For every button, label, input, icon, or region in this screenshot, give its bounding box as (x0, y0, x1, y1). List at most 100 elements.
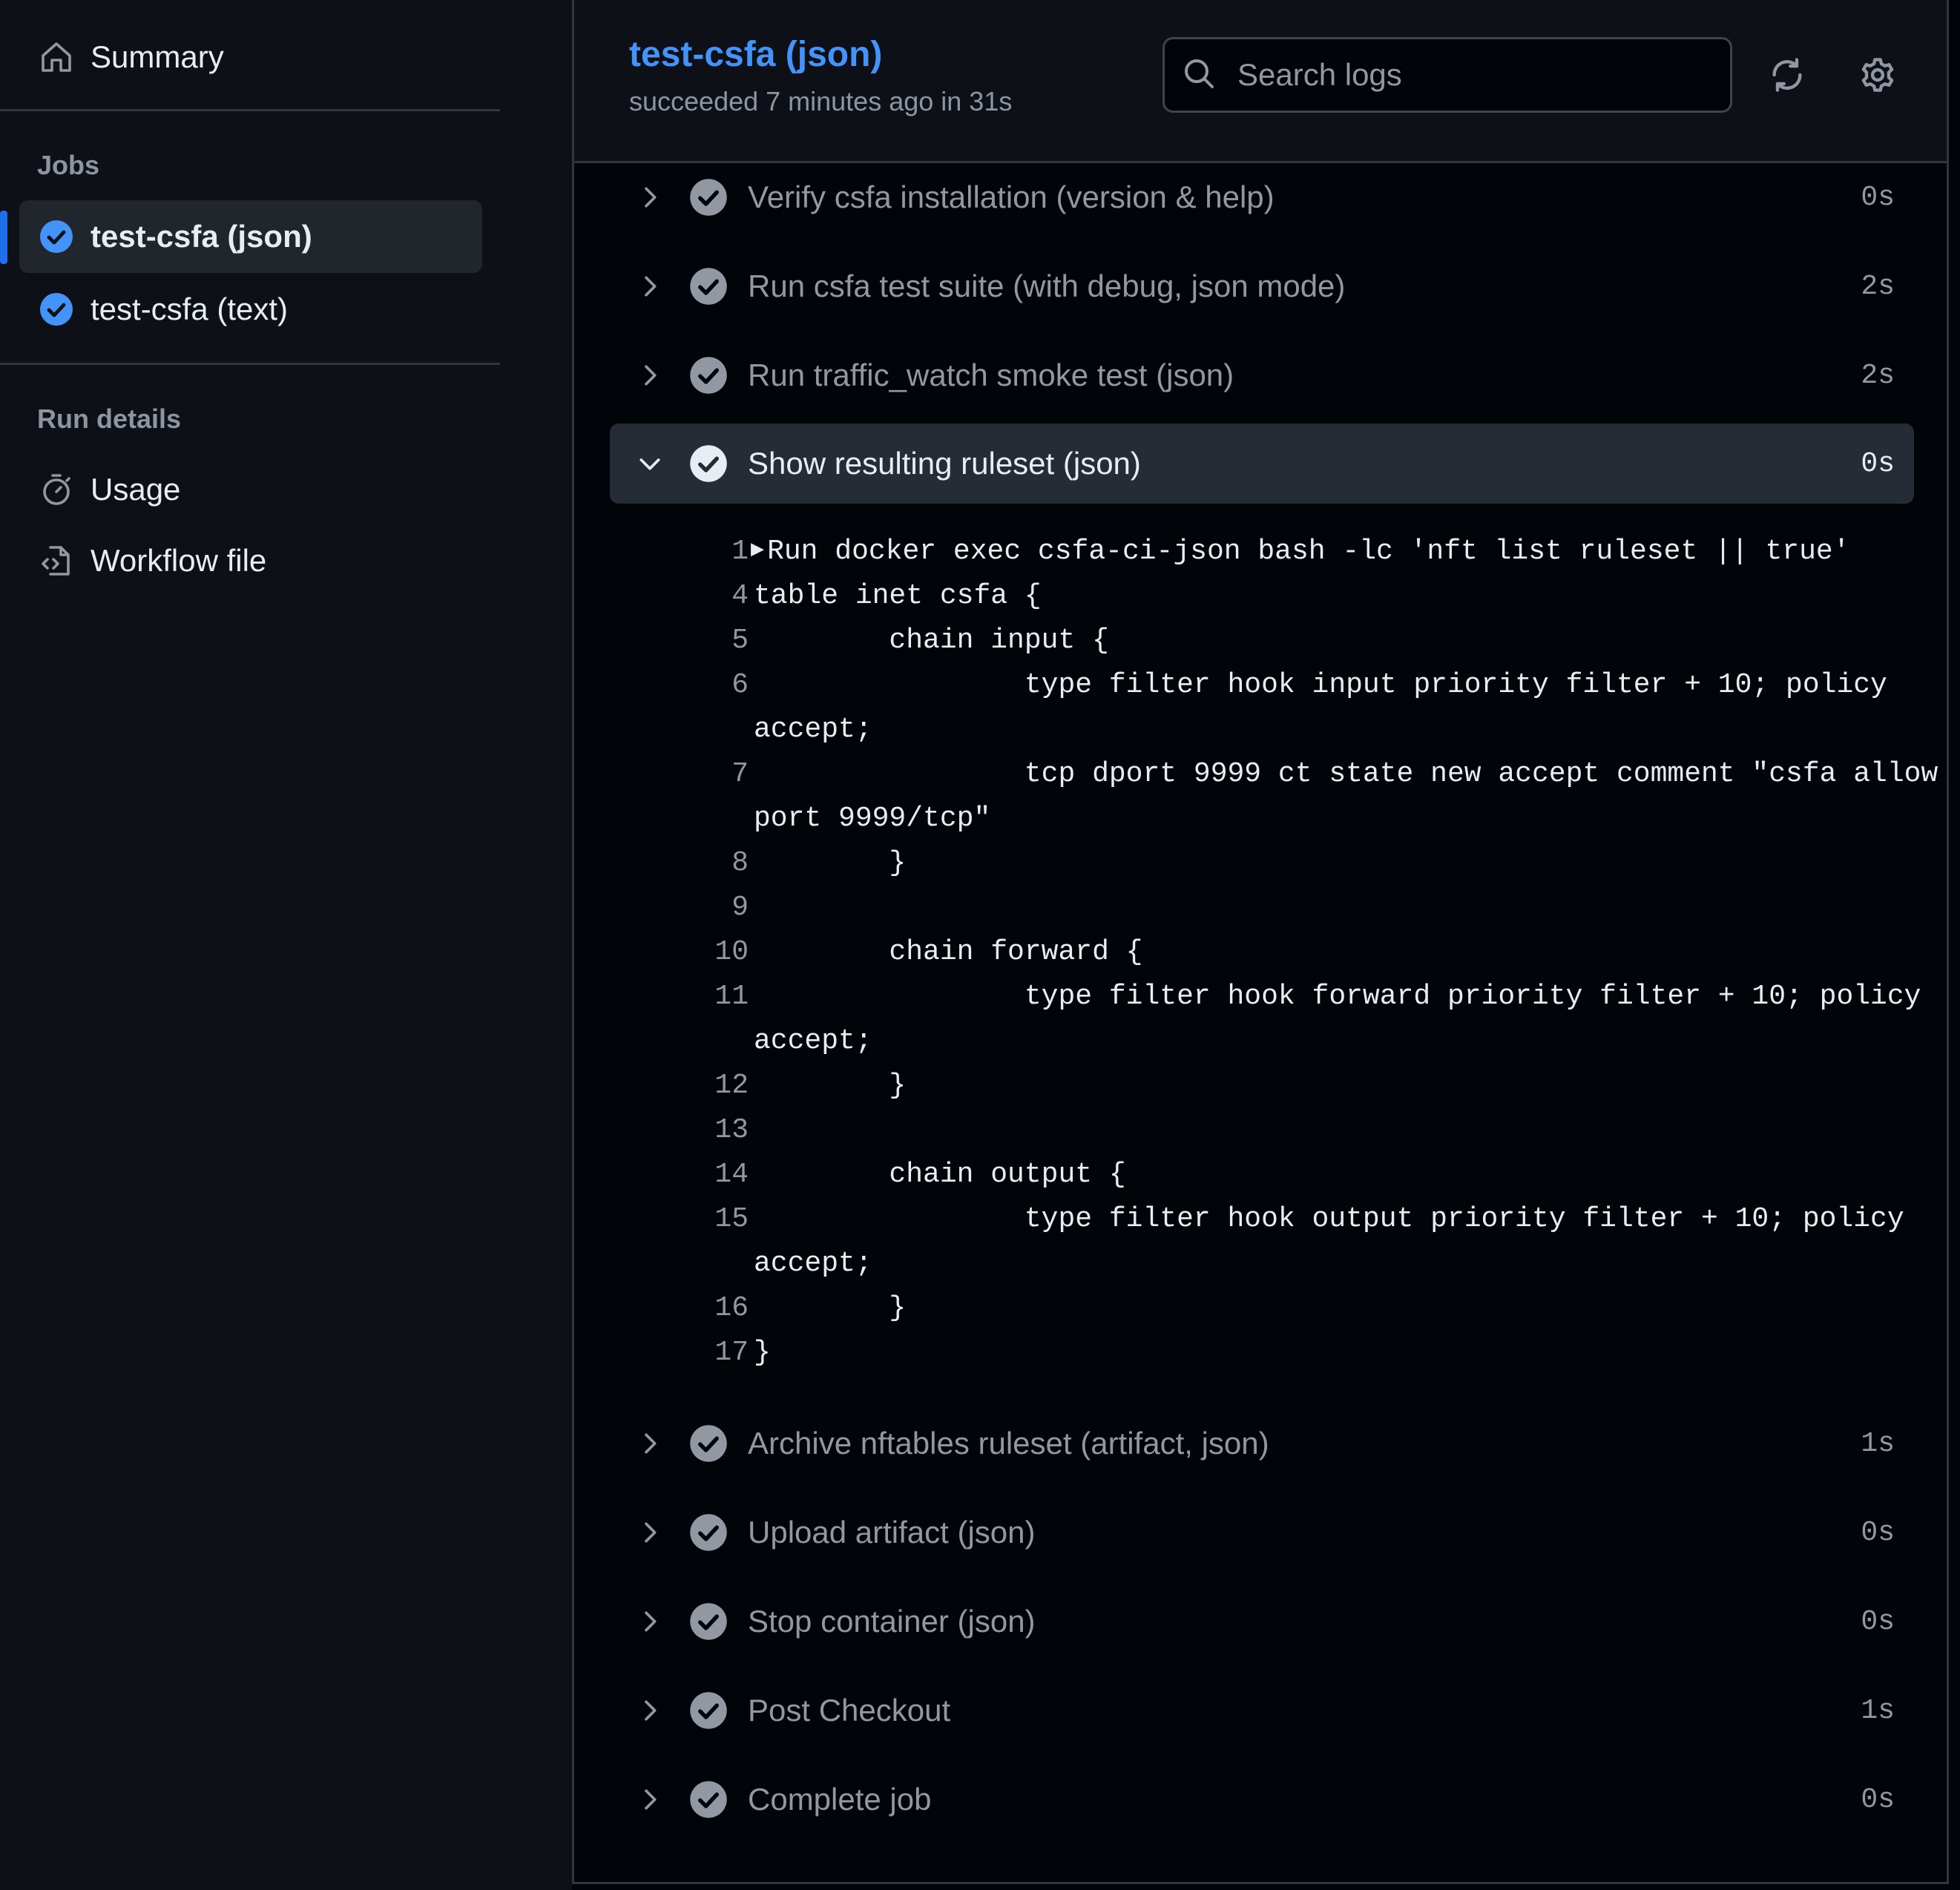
log-text: chain forward { (754, 936, 1143, 968)
step-duration: 1s (1861, 1427, 1895, 1460)
summary-link[interactable]: Summary (19, 21, 482, 93)
line-number[interactable]: 9 (678, 892, 749, 923)
log-text: ▶ Run docker exec csfa-ci-json bash -lc '… (751, 536, 1850, 567)
chevron-right-icon (628, 264, 672, 309)
log-text-wrap: accept; (754, 714, 872, 745)
job-item-test-csfa-text[interactable]: test-csfa (text) (19, 273, 482, 346)
log-text-content: Run docker exec csfa-ci-json bash -lc 'n… (767, 536, 1850, 567)
log-text-wrap: port 9999/tcp" (754, 803, 991, 834)
workflow-file-label: Workflow file (91, 543, 267, 578)
workflow-file-link[interactable]: Workflow file (19, 524, 482, 597)
refresh-button[interactable] (1761, 49, 1813, 101)
job-status-text: succeeded 7 minutes ago in 31s (629, 86, 1013, 116)
chevron-right-icon (628, 1510, 672, 1555)
step-stop-container[interactable]: Stop container (json) 0s (610, 1581, 1914, 1662)
step-duration: 1s (1861, 1694, 1895, 1727)
step-duration: 2s (1861, 270, 1895, 303)
search-icon (1181, 56, 1220, 94)
chevron-right-icon (628, 353, 672, 398)
step-archive-nftables-ruleset[interactable]: Archive nftables ruleset (artifact, json… (610, 1403, 1914, 1484)
step-name: Complete job (748, 1782, 932, 1817)
success-check-icon (690, 1781, 727, 1818)
job-title[interactable]: test-csfa (json) (629, 34, 882, 75)
log-text: chain input { (754, 625, 1109, 656)
line-number[interactable]: 7 (678, 758, 749, 790)
sidebar: Summary Jobs test-csfa (json) test-csfa … (0, 0, 572, 1890)
log-text: tcp dport 9999 ct state new accept comme… (754, 758, 1938, 790)
summary-label: Summary (91, 39, 224, 74)
success-check-icon (37, 217, 76, 256)
log-text: type filter hook input priority filter +… (754, 669, 1887, 701)
step-duration: 0s (1861, 447, 1895, 480)
jobs-heading: Jobs (37, 150, 100, 180)
line-number[interactable]: 15 (678, 1203, 749, 1235)
refresh-icon (1772, 58, 1802, 92)
file-code-icon (37, 541, 76, 580)
success-check-icon (690, 268, 727, 305)
step-duration: 0s (1861, 181, 1895, 214)
active-indicator (0, 211, 7, 264)
success-check-icon (690, 1514, 727, 1551)
log-text: chain output { (754, 1159, 1126, 1191)
divider (0, 363, 500, 365)
job-header: test-csfa (json) succeeded 7 minutes ago… (574, 0, 1947, 163)
usage-label: Usage (91, 472, 181, 507)
step-upload-artifact[interactable]: Upload artifact (json) 0s (610, 1492, 1914, 1573)
success-check-icon (690, 357, 727, 394)
chevron-right-icon (628, 175, 672, 220)
job-label: test-csfa (json) (91, 219, 312, 254)
step-post-checkout[interactable]: Post Checkout 1s (610, 1670, 1914, 1751)
line-number[interactable]: 14 (678, 1159, 749, 1191)
step-name: Stop container (json) (748, 1604, 1036, 1639)
step-run-traffic-watch[interactable]: Run traffic_watch smoke test (json) 2s (610, 335, 1914, 415)
step-name: Archive nftables ruleset (artifact, json… (748, 1426, 1269, 1461)
expand-triangle-icon[interactable]: ▶ (751, 536, 764, 563)
log-text: table inet csfa { (754, 580, 1042, 612)
chevron-down-icon (628, 441, 672, 486)
settings-button[interactable] (1852, 49, 1904, 101)
line-number[interactable]: 6 (678, 669, 749, 701)
step-name: Post Checkout (748, 1693, 951, 1728)
step-duration: 0s (1861, 1783, 1895, 1816)
step-run-csfa-test-suite[interactable]: Run csfa test suite (with debug, json mo… (610, 246, 1914, 326)
step-show-resulting-ruleset[interactable]: Show resulting ruleset (json) 0s (610, 424, 1914, 504)
line-number[interactable]: 4 (678, 580, 749, 612)
step-duration: 2s (1861, 359, 1895, 392)
chevron-right-icon (628, 1777, 672, 1822)
line-number[interactable]: 16 (678, 1292, 749, 1324)
log-text: type filter hook forward priority filter… (754, 981, 1921, 1012)
chevron-right-icon (628, 1421, 672, 1466)
log-text: } (754, 847, 907, 879)
search-logs-box[interactable] (1162, 37, 1732, 113)
step-name: Run csfa test suite (with debug, json mo… (748, 269, 1346, 303)
gear-icon (1861, 58, 1894, 92)
log-text-wrap: accept; (754, 1025, 872, 1057)
log-text: } (754, 1070, 907, 1102)
divider (0, 109, 500, 111)
step-name: Verify csfa installation (version & help… (748, 180, 1275, 214)
step-duration: 0s (1861, 1605, 1895, 1638)
line-number[interactable]: 10 (678, 936, 749, 968)
line-number[interactable]: 17 (678, 1337, 749, 1369)
line-number[interactable]: 13 (678, 1114, 749, 1146)
success-check-icon (690, 1692, 727, 1729)
stopwatch-icon (37, 470, 76, 509)
success-check-icon (690, 1425, 727, 1462)
line-number[interactable]: 11 (678, 981, 749, 1012)
chevron-right-icon (628, 1688, 672, 1733)
run-details-heading: Run details (37, 404, 182, 434)
step-name: Run traffic_watch smoke test (json) (748, 358, 1234, 392)
step-verify-csfa-installation[interactable]: Verify csfa installation (version & help… (610, 157, 1914, 237)
line-number[interactable]: 12 (678, 1070, 749, 1102)
step-complete-job[interactable]: Complete job 0s (610, 1759, 1914, 1840)
job-item-test-csfa-json[interactable]: test-csfa (json) (19, 200, 482, 273)
job-log-panel: test-csfa (json) succeeded 7 minutes ago… (572, 0, 1949, 1884)
step-name: Show resulting ruleset (json) (748, 446, 1141, 481)
search-logs-input[interactable] (1236, 56, 1730, 93)
success-check-icon (690, 179, 727, 216)
line-number[interactable]: 5 (678, 625, 749, 656)
line-number[interactable]: 1 (678, 536, 749, 567)
chevron-right-icon (628, 1599, 672, 1644)
line-number[interactable]: 8 (678, 847, 749, 879)
usage-link[interactable]: Usage (19, 453, 482, 526)
